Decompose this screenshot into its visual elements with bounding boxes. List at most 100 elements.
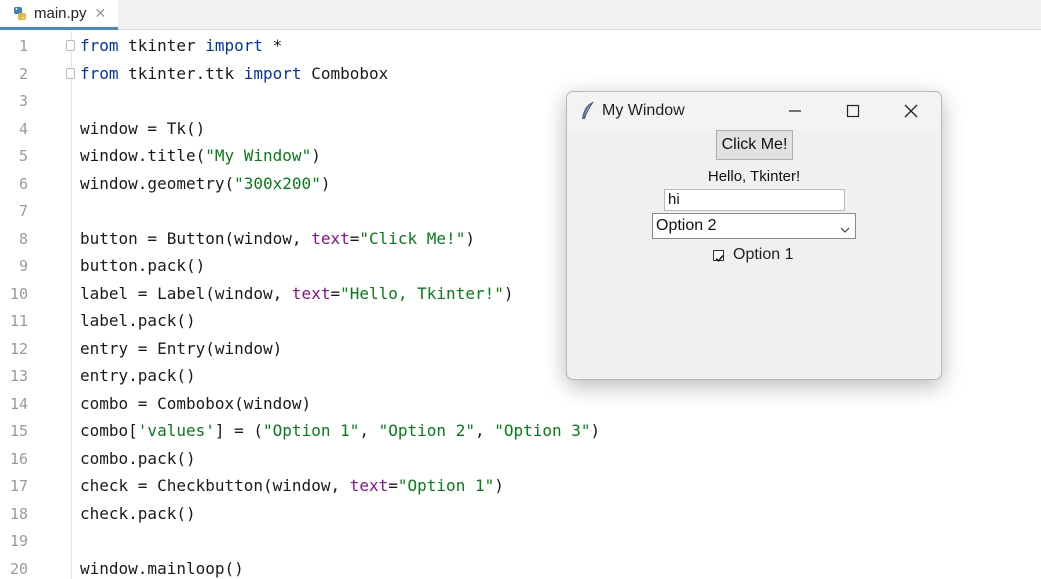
code-token: window = Tk() — [80, 118, 206, 138]
code-token: , — [359, 421, 379, 440]
code-token: 'values' — [137, 421, 215, 440]
line-number: 9 — [18, 257, 28, 275]
code-token: button.pack() — [80, 256, 206, 275]
code-token: label.pack() — [80, 311, 196, 330]
code-token: tkinter.ttk — [118, 63, 244, 83]
code-token: "Option 3" — [494, 421, 591, 440]
code-token: ) — [320, 173, 331, 193]
code-token: from — [80, 36, 119, 55]
minimize-button[interactable] — [767, 92, 823, 130]
code-token: * — [263, 36, 283, 55]
code-token: ) — [503, 283, 514, 303]
code-token: "Option 2" — [378, 421, 475, 440]
code-line[interactable]: window.title("My Window") — [80, 146, 321, 166]
line-number: 19 — [9, 532, 28, 550]
code-line[interactable]: entry = Entry(window) — [80, 339, 282, 359]
code-token: button = Button(window, — [80, 228, 312, 248]
code-line[interactable]: from tkinter.ttk import Combobox — [80, 64, 388, 84]
tab-close-icon[interactable]: ✕ — [95, 5, 107, 22]
code-line[interactable]: window = Tk() — [80, 119, 205, 139]
line-number: 6 — [18, 174, 28, 193]
code-token: = — [330, 283, 341, 303]
tk-window-title: My Window — [602, 102, 685, 119]
code-token: Combobox — [301, 63, 389, 83]
close-icon — [904, 104, 918, 118]
code-token: "300x200" — [234, 173, 321, 193]
code-token: ) — [590, 421, 601, 440]
code-token: ) — [311, 146, 321, 165]
line-number: 17 — [9, 477, 28, 495]
code-token: "Click Me!" — [359, 228, 466, 248]
code-token: entry.pack() — [80, 366, 196, 385]
code-token: , — [474, 421, 495, 440]
fold-marker-icon[interactable] — [66, 67, 75, 79]
code-token: from — [80, 63, 119, 83]
chevron-down-icon[interactable] — [839, 220, 851, 233]
code-line[interactable]: check.pack() — [80, 504, 196, 524]
code-token: import — [243, 63, 302, 83]
line-number: 11 — [9, 312, 28, 330]
close-button[interactable] — [883, 92, 939, 130]
maximize-icon — [846, 104, 860, 118]
code-token: "My Window" — [205, 146, 312, 165]
code-token: tkinter — [118, 36, 206, 55]
code-token: = — [388, 476, 398, 495]
code-line[interactable]: label.pack() — [80, 311, 196, 331]
code-token: label = Label(window, — [80, 283, 292, 303]
tab-main-py[interactable]: main.py ✕ — [0, 0, 118, 30]
option-combobox[interactable]: Option 2 — [652, 213, 856, 239]
code-token: text — [291, 283, 331, 303]
line-number: 2 — [18, 64, 28, 83]
code-token: ) — [465, 228, 475, 248]
combobox-value: Option 2 — [656, 217, 717, 234]
code-token: combo = Combobox(window) — [80, 393, 312, 413]
code-line[interactable]: button = Button(window, text="Click Me!"… — [80, 229, 475, 249]
text-entry[interactable]: hi — [664, 189, 845, 211]
code-token: import — [205, 36, 264, 55]
code-line[interactable]: window.geometry("300x200") — [80, 174, 330, 194]
tab-filename: main.py — [34, 5, 87, 22]
code-line[interactable]: check = Checkbutton(window, text="Option… — [80, 476, 504, 496]
code-line[interactable]: combo = Combobox(window) — [80, 394, 311, 414]
maximize-button[interactable] — [825, 92, 881, 130]
code-token: check = Checkbutton(window, — [80, 476, 350, 495]
code-token: "Option 1" — [263, 421, 360, 440]
hello-label: Hello, Tkinter! — [707, 168, 801, 185]
code-token: text — [349, 476, 389, 495]
fold-marker-icon[interactable] — [66, 40, 75, 51]
line-number: 13 — [9, 367, 28, 385]
line-number: 18 — [9, 504, 28, 523]
code-line[interactable]: from tkinter import * — [80, 36, 282, 56]
line-number: 5 — [18, 147, 28, 165]
code-line[interactable]: entry.pack() — [80, 366, 196, 386]
code-token: window.geometry( — [80, 173, 235, 193]
code-line[interactable]: window.mainloop() — [80, 559, 244, 579]
code-line[interactable]: label = Label(window, text="Hello, Tkint… — [80, 284, 514, 304]
line-number: 10 — [9, 284, 28, 303]
line-number: 15 — [9, 422, 28, 440]
tk-window[interactable]: My Window Click Me! Hello, Tkinter! hi O… — [566, 91, 942, 380]
code-token: window.title( — [80, 146, 206, 165]
checkbox[interactable] — [713, 249, 724, 262]
line-number: 1 — [18, 37, 28, 55]
code-line[interactable]: button.pack() — [80, 256, 205, 276]
code-token: entry = Entry(window) — [80, 338, 283, 358]
option-checkbutton[interactable]: Option 1 — [713, 245, 793, 265]
tk-titlebar[interactable]: My Window — [567, 92, 941, 130]
code-token: window.mainloop() — [80, 558, 244, 578]
code-token: ) — [494, 476, 504, 495]
code-token: ] = ( — [214, 421, 264, 440]
tk-feather-icon — [579, 100, 597, 122]
line-number: 3 — [18, 92, 28, 110]
click-me-button[interactable]: Click Me! — [716, 130, 793, 160]
line-number: 4 — [18, 119, 28, 138]
checkbutton-label: Option 1 — [733, 246, 794, 263]
line-number: 16 — [9, 449, 28, 468]
code-line[interactable]: combo.pack() — [80, 449, 196, 469]
code-token: text — [311, 228, 350, 248]
code-token: combo[ — [80, 421, 138, 440]
line-number: 7 — [18, 202, 28, 220]
code-line[interactable]: combo['values'] = ("Option 1", "Option 2… — [80, 421, 600, 441]
line-number-gutter: 1 2 3 4 5 6 7 8 9 10 11 12 13 14 15 16 17 18 19 20 — [0, 31, 75, 579]
checkmark-icon — [715, 254, 724, 262]
